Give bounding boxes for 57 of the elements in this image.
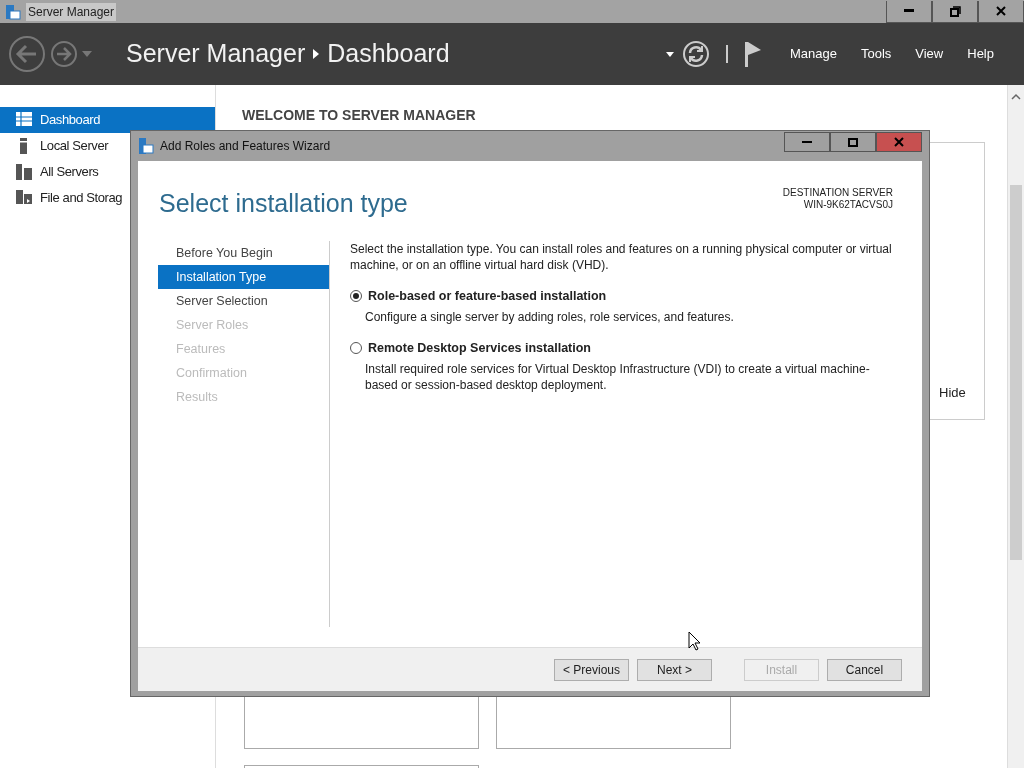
back-icon[interactable] — [8, 35, 46, 73]
destination-label: DESTINATION SERVER — [782, 187, 893, 199]
close-icon — [894, 137, 904, 147]
close-button[interactable] — [978, 0, 1024, 23]
minimize-button[interactable] — [886, 0, 932, 23]
minimize-button[interactable] — [784, 132, 830, 152]
sidebar-item[interactable]: All Servers — [0, 159, 215, 185]
restore-icon — [949, 5, 961, 17]
destination-server: WIN-9K62TACVS0J — [802, 199, 893, 211]
wizard-title: Add Roles and Features Wizard — [160, 138, 331, 155]
option-description: Configure a single server by adding roles, role services, and features. — [364, 308, 735, 325]
breadcrumb-item[interactable]: Server Manager — [126, 35, 306, 73]
section-heading: WELCOME TO SERVER MANAGER — [242, 106, 476, 125]
wizard-step: Results — [158, 385, 329, 409]
dropdown-icon[interactable] — [665, 51, 674, 57]
restore-button[interactable] — [932, 0, 978, 23]
page-heading: Select installation type — [159, 188, 408, 219]
option-description: Install required role services for Virtual Desktop Infrastructure (VDI) to create a virtual machine-based or session-based desktop deployment. — [364, 360, 871, 393]
wizard-step: Features — [158, 337, 329, 361]
breadcrumb-item[interactable]: Dashboard — [327, 35, 450, 73]
flag-icon[interactable] — [743, 41, 762, 67]
menu-item[interactable]: View — [903, 44, 956, 64]
maximize-button[interactable] — [830, 132, 876, 152]
radio-button[interactable] — [350, 290, 362, 303]
minimize-icon — [904, 9, 914, 13]
wizard-step[interactable]: Server Selection — [158, 289, 329, 313]
menu-item[interactable]: Tools — [848, 44, 904, 64]
chevron-icon — [313, 49, 320, 59]
wizard-step[interactable]: Installation Type — [158, 265, 329, 289]
wizard-button[interactable]: Cancel — [827, 658, 902, 681]
scrollbar[interactable] — [1007, 85, 1024, 768]
menu-item[interactable]: Manage — [777, 44, 849, 64]
option-label[interactable]: Remote Desktop Services installation — [368, 338, 591, 358]
sidebar-icon — [16, 190, 32, 206]
wizard-step: Confirmation — [158, 361, 329, 385]
wizard-step[interactable]: Before You Begin — [158, 241, 329, 265]
wizard-button[interactable]: < Previous — [554, 658, 629, 681]
wizard-button[interactable]: Next > — [637, 658, 712, 681]
minimize-icon — [802, 140, 812, 144]
sidebar-item[interactable]: Dashboard — [0, 107, 215, 133]
close-button[interactable] — [876, 132, 922, 152]
forward-icon[interactable] — [50, 40, 78, 68]
separator-icon — [725, 45, 728, 63]
app-icon — [4, 2, 22, 21]
hide-link[interactable]: Hide — [939, 383, 966, 403]
wizard-step: Server Roles — [158, 313, 329, 337]
option-label[interactable]: Role-based or feature-based installation — [368, 287, 607, 306]
sidebar-icon — [16, 112, 32, 128]
window-title: Server Manager — [26, 2, 117, 21]
refresh-icon[interactable] — [681, 40, 710, 68]
intro-text: Select the installation type. You can install roles and features on a running physical computer or virtual machine, or on an offline virtual hard disk (VHD). — [350, 241, 893, 273]
wizard-icon — [138, 137, 154, 155]
radio-button[interactable] — [350, 342, 362, 355]
menu-item[interactable]: Help — [955, 44, 1006, 64]
sidebar-icon — [16, 164, 32, 180]
close-icon — [996, 6, 1006, 16]
maximize-icon — [848, 137, 858, 147]
